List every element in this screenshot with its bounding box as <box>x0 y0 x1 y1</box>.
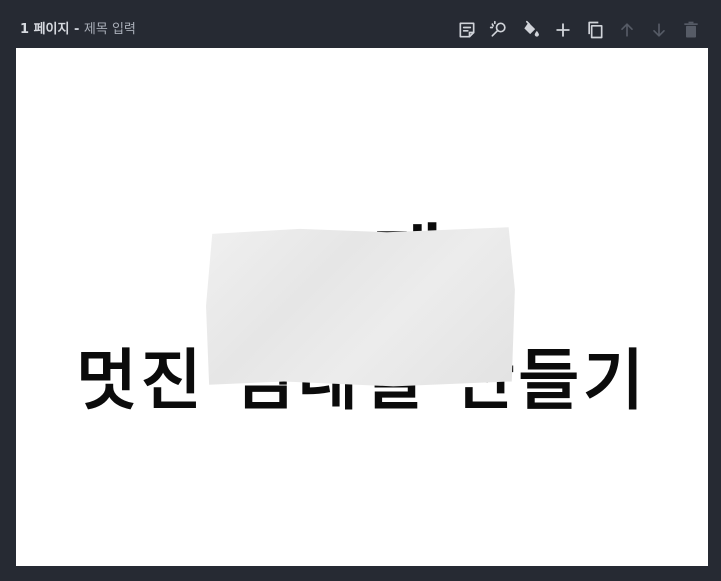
note-icon-button[interactable] <box>453 16 481 44</box>
page-title-input[interactable]: 제목 입력 <box>84 22 136 37</box>
paint-bucket-icon <box>524 20 539 37</box>
magic-search-icon <box>489 20 506 37</box>
page-toolbar <box>453 16 705 44</box>
arrow-up-icon <box>621 23 633 37</box>
arrow-down-icon <box>653 23 665 37</box>
page-number: 1 페이지 <box>20 22 70 37</box>
trash-icon <box>684 21 698 38</box>
note-icon <box>459 22 475 38</box>
redaction-paper-overlay <box>206 227 515 387</box>
page-separator: - <box>69 22 84 37</box>
page-header: 1 페이지 - 제목 입력 <box>0 0 721 48</box>
plus-icon <box>556 23 570 37</box>
delete-page-button[interactable] <box>677 16 705 44</box>
copy-icon <box>588 21 603 39</box>
add-page-button[interactable] <box>549 16 577 44</box>
duplicate-page-button[interactable] <box>581 16 609 44</box>
page-label: 1 페이지 - 제목 입력 <box>20 20 136 40</box>
fill-color-icon-button[interactable] <box>517 16 545 44</box>
page-canvas[interactable]: E 게 멋진 썸네일 만들기 <box>16 48 708 566</box>
move-up-button[interactable] <box>613 16 641 44</box>
move-down-button[interactable] <box>645 16 673 44</box>
search-replace-icon-button[interactable] <box>485 16 513 44</box>
